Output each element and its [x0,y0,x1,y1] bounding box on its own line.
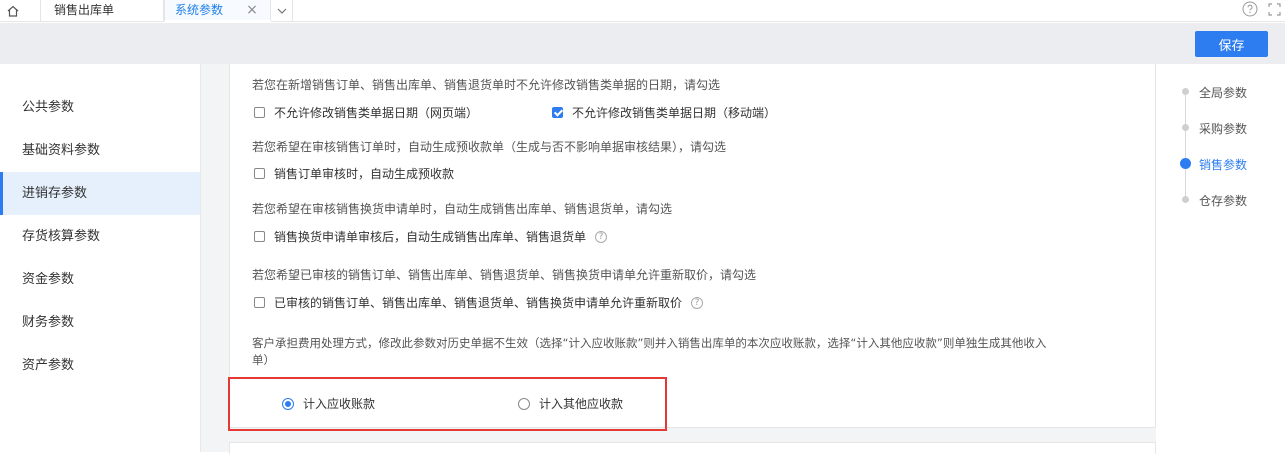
menu-item-funds[interactable]: 资金参数 [0,258,200,301]
home-icon[interactable] [0,0,26,22]
date-section-desc: 若您在新增销售订单、销售出库单、销售退货单时不允许修改销售类单据的日期，请勾选 [252,78,721,92]
menu-item-finance[interactable]: 财务参数 [0,301,200,344]
menu-item-inventory[interactable]: 进销存参数 [0,172,200,215]
anchor-warehouse[interactable]: 仓存参数 [1199,192,1247,209]
exchange-section-desc: 若您希望在审核销售换货申请单时，自动生成销售出库单、销售退货单，请勾选 [252,202,673,216]
anchor-nav: 全局参数 采购参数 销售参数 仓存参数 [1156,64,1285,452]
checkbox[interactable] [254,168,265,179]
fee-section-desc: 客户承担费用处理方式，修改此参数对历史单据不生效（选择“计入应收账款”则并入销售… [252,335,1152,369]
chevron-down-icon[interactable] [271,0,293,22]
menu-item-basic-data[interactable]: 基础资料参数 [0,129,200,172]
fullscreen-icon[interactable] [1268,2,1281,19]
anchor-dot [1182,124,1189,131]
tab-bar: 销售出库单 系统参数 × [0,0,1285,22]
option-label: 不允许修改销售类单据日期（网页端） [274,106,479,120]
anchor-global[interactable]: 全局参数 [1199,84,1247,101]
tab-sales-outbound[interactable]: 销售出库单 [40,0,164,22]
anchor-line [1185,94,1186,200]
option-label: 销售换货申请单审核后，自动生成销售出库单、销售退货单 [274,230,587,244]
anchor-purchase[interactable]: 采购参数 [1199,120,1247,137]
auto-prepay-option[interactable]: 销售订单审核时，自动生成预收款 [254,165,454,182]
highlight-box [228,377,667,431]
anchor-dot [1182,88,1189,95]
checkbox[interactable] [254,231,265,242]
anchor-sales[interactable]: 销售参数 [1199,156,1247,173]
help-icon[interactable]: ? [691,296,704,309]
close-icon[interactable]: × [245,0,259,20]
option-label: 已审核的销售订单、销售出库单、销售退货单、销售换货申请单允许重新取价 [274,296,683,310]
web-date-lock-option[interactable]: 不允许修改销售类单据日期（网页端） [254,104,478,121]
menu-item-cost-accounting[interactable]: 存货核算参数 [0,215,200,258]
fee-desc-line2: 单） [252,353,275,367]
prepay-section-desc: 若您希望在审核销售订单时，自动生成预收款单（生成与否不影响单据审核结果），请勾选 [252,140,727,154]
option-label: 不允许修改销售类单据日期（移动端） [572,106,777,120]
fee-desc-line1: 客户承担费用处理方式，修改此参数对历史单据不生效（选择“计入应收账款”则并入销售… [252,336,1047,350]
save-button[interactable]: 保存 [1195,31,1268,57]
sales-params-panel: 若您在新增销售订单、销售出库单、销售退货单时不允许修改销售类单据的日期，请勾选 … [229,64,1156,428]
menu-item-public[interactable]: 公共参数 [0,86,200,129]
auto-exchange-docs-option[interactable]: 销售换货申请单审核后，自动生成销售出库单、销售退货单 ? [254,228,608,245]
top-right-tools [1242,1,1281,20]
anchor-dot [1182,196,1189,203]
help-icon[interactable]: ? [595,230,608,243]
reprice-option[interactable]: 已审核的销售订单、销售出库单、销售退货单、销售换货申请单允许重新取价 ? [254,294,704,311]
help-circle-icon[interactable] [1242,1,1258,20]
anchor-dot-active [1180,158,1191,169]
mobile-date-lock-option[interactable]: 不允许修改销售类单据日期（移动端） [552,104,776,121]
next-panel [229,442,1156,454]
checkbox[interactable] [254,107,265,118]
option-label: 销售订单审核时，自动生成预收款 [274,167,455,181]
reprice-section-desc: 若您希望已审核的销售订单、销售出库单、销售退货单、销售换货申请单允许重新取价，请… [252,268,757,282]
menu-item-assets[interactable]: 资产参数 [0,344,200,387]
param-category-menu: 公共参数 基础资料参数 进销存参数 存货核算参数 资金参数 财务参数 资产参数 [0,64,201,452]
checkbox-checked[interactable] [552,107,563,118]
checkbox[interactable] [254,297,265,308]
toolbar: 保存 [0,23,1285,64]
